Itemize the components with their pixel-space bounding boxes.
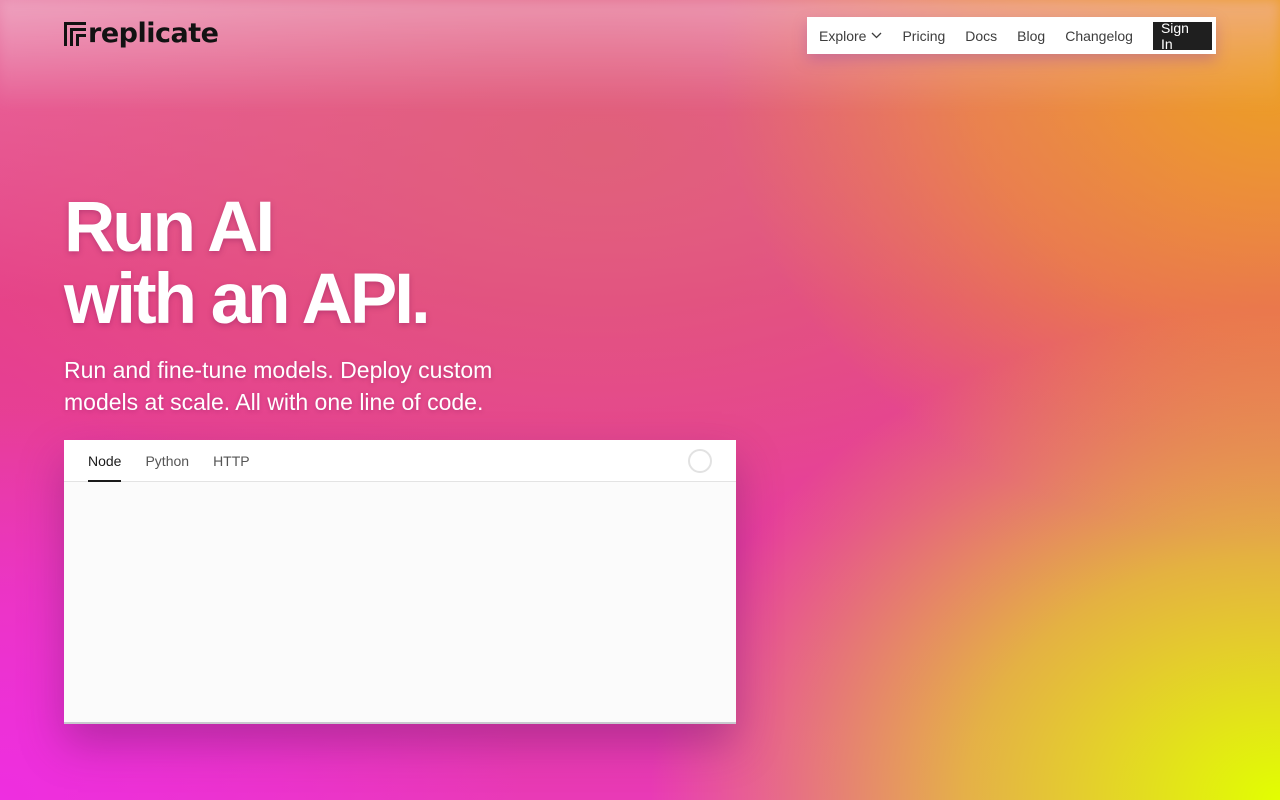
hero-title-line-2: with an API. xyxy=(64,260,431,339)
code-example-panel: Node Python HTTP xyxy=(64,440,736,724)
language-tabs: Node Python HTTP xyxy=(64,440,736,482)
sign-in-button[interactable]: Sign In xyxy=(1152,20,1212,52)
nav-docs[interactable]: Docs xyxy=(965,28,997,44)
tab-node[interactable]: Node xyxy=(88,440,122,482)
tab-http[interactable]: HTTP xyxy=(213,440,250,481)
hero-title-line-1: Run AI xyxy=(64,188,275,267)
loading-spinner-icon xyxy=(688,449,712,473)
replicate-logo[interactable]: replicate xyxy=(64,18,219,49)
top-nav: Explore Pricing Docs Blog Changelog Sign… xyxy=(807,17,1216,54)
hero-title: Run AI with an API. xyxy=(64,188,431,339)
hero-subtitle-line-2: models at scale. All with one line of co… xyxy=(64,389,484,415)
replicate-logo-icon xyxy=(64,22,86,46)
nav-explore[interactable]: Explore xyxy=(819,28,882,44)
hero-subtitle-line-1: Run and fine-tune models. Deploy custom xyxy=(64,357,493,383)
nav-changelog[interactable]: Changelog xyxy=(1065,28,1133,44)
nav-blog[interactable]: Blog xyxy=(1017,28,1045,44)
hero-subtitle: Run and fine-tune models. Deploy custom … xyxy=(64,354,604,418)
tab-python[interactable]: Python xyxy=(145,440,189,481)
chevron-down-icon xyxy=(872,32,882,39)
nav-explore-label: Explore xyxy=(819,27,867,44)
nav-pricing[interactable]: Pricing xyxy=(902,28,945,44)
brand-name: replicate xyxy=(88,18,219,49)
code-area xyxy=(64,482,736,722)
